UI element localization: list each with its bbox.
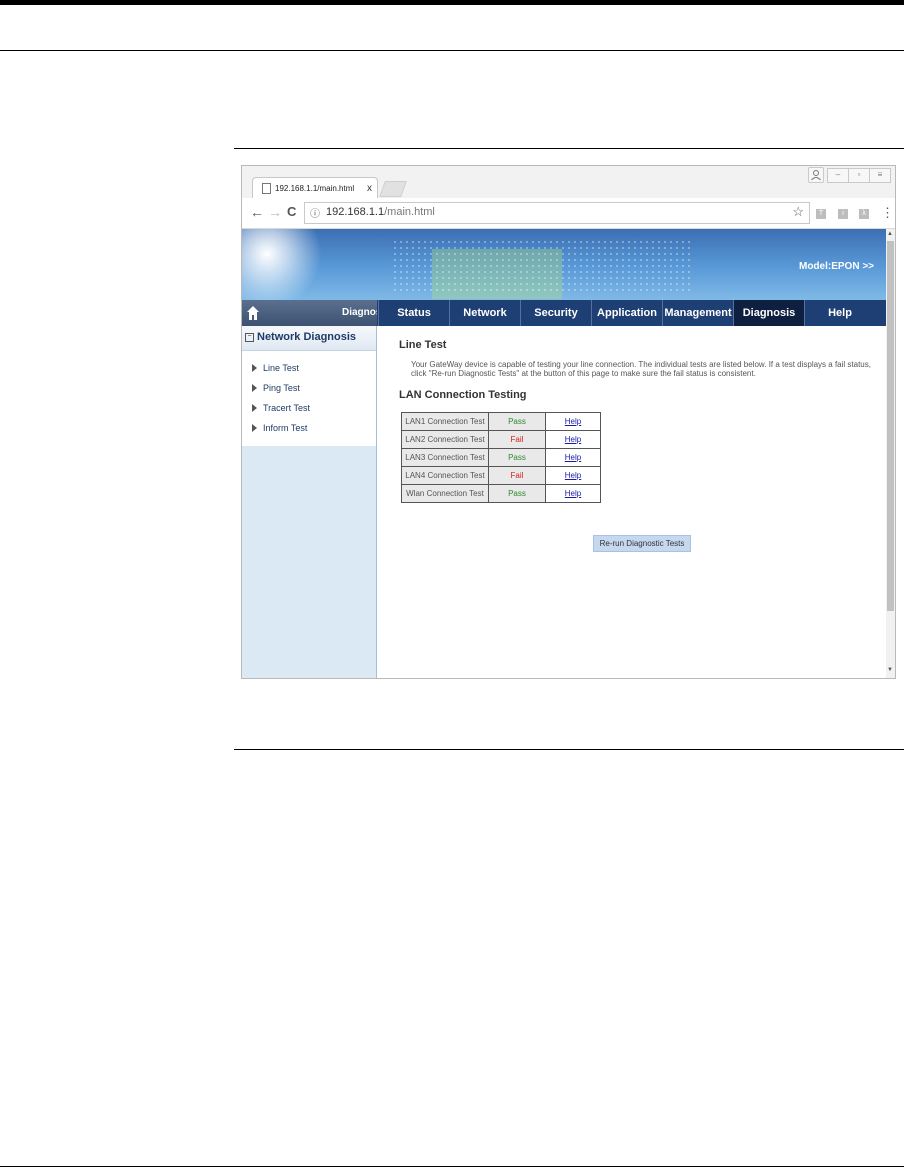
help-link[interactable]: Help [565,489,581,498]
sidebar: − Network Diagnosis Line Test Ping Test … [242,326,377,678]
table-row: LAN4 Connection Test Fail Help [401,466,601,485]
test-name: LAN2 Connection Test [401,430,489,449]
table-row: Wlan Connection Test Pass Help [401,484,601,503]
tab-strip: 192.168.1.1/main.html x – ▫ ≡ [242,166,895,199]
nav-help[interactable]: Help [804,300,875,326]
test-name: Wlan Connection Test [401,484,489,503]
sidebar-item-line-test[interactable]: Line Test [252,363,299,373]
extension-icon-2[interactable]: i [838,209,848,219]
forward-button[interactable]: → [268,204,282,220]
test-result: Fail [488,430,546,449]
test-result: Pass [488,484,546,503]
nav-network[interactable]: Network [449,300,520,326]
section-title: LAN Connection Testing [399,389,527,401]
test-result: Pass [488,412,546,431]
sidebar-item-tracert-test[interactable]: Tracert Test [252,403,310,413]
top-rule [0,0,904,5]
collapse-icon[interactable]: − [245,333,254,342]
test-result: Fail [488,466,546,485]
address-bar[interactable]: ⓘ 192.168.1.1/main.html ☆ [304,202,810,224]
model-label: Model:EPON >> [798,261,874,272]
home-icon[interactable] [246,305,260,321]
help-link[interactable]: Help [565,453,581,462]
close-window-button[interactable]: ≡ [869,168,891,183]
page-viewport: Model:EPON >> Diagnos Status Network Sec… [242,229,886,678]
scroll-down-icon[interactable]: ▼ [887,667,893,673]
reload-button[interactable]: C [287,204,296,219]
sidebar-heading[interactable]: − Network Diagnosis [242,326,376,351]
extension-icon-1[interactable]: T [816,209,826,219]
page-title: Line Test [399,339,447,351]
extension-icon-3[interactable]: λ [859,209,869,219]
breadcrumb-label: Diagnos [342,307,377,318]
table-row: LAN3 Connection Test Pass Help [401,448,601,467]
minimize-button[interactable]: – [827,168,849,183]
help-link[interactable]: Help [565,471,581,480]
lan-test-table: LAN1 Connection Test Pass Help LAN2 Conn… [401,412,601,503]
scrollbar-thumb[interactable] [887,241,894,611]
scroll-up-icon[interactable]: ▲ [887,231,893,237]
sidebar-heading-label: Network Diagnosis [257,331,357,343]
test-name: LAN3 Connection Test [401,448,489,467]
triangle-right-icon [252,364,257,372]
home-cell[interactable]: Diagnos [242,300,377,326]
sidebar-item-ping-test[interactable]: Ping Test [252,383,300,393]
main-nav: Diagnos Status Network Security Applicat… [242,300,886,326]
test-name: LAN1 Connection Test [401,412,489,431]
triangle-right-icon [252,424,257,432]
table-row: LAN1 Connection Test Pass Help [401,412,601,431]
close-tab-icon[interactable]: x [367,183,372,194]
main-content: Line Test Your GateWay device is capable… [377,326,886,678]
nav-status[interactable]: Status [378,300,449,326]
page-description: Your GateWay device is capable of testin… [411,360,871,378]
nav-application[interactable]: Application [591,300,662,326]
browser-tab[interactable]: 192.168.1.1/main.html x [252,177,378,199]
page-icon [262,183,271,194]
nav-management[interactable]: Management [662,300,733,326]
help-link[interactable]: Help [565,417,581,426]
info-icon[interactable]: ⓘ [310,205,320,220]
nav-diagnosis[interactable]: Diagnosis [733,300,804,326]
test-name: LAN4 Connection Test [401,466,489,485]
profile-icon[interactable] [808,167,824,183]
url-text: 192.168.1.1/main.html [326,206,435,218]
footer-rule [0,1166,904,1167]
nav-security[interactable]: Security [520,300,591,326]
test-result: Pass [488,448,546,467]
maximize-button[interactable]: ▫ [848,168,870,183]
sidebar-item-inform-test[interactable]: Inform Test [252,423,307,433]
browser-menu-icon[interactable]: ⋮ [881,205,894,221]
triangle-right-icon [252,384,257,392]
figure-bottom-rule [234,749,904,750]
banner-dots [392,239,692,294]
rerun-tests-button[interactable]: Re-run Diagnostic Tests [593,535,691,552]
figure-top-rule [234,148,904,149]
triangle-right-icon [252,404,257,412]
banner-glow [242,229,322,309]
new-tab-button[interactable] [379,181,407,197]
back-button[interactable]: ← [250,204,264,220]
star-icon[interactable]: ☆ [792,204,804,220]
sidebar-panel: − Network Diagnosis Line Test Ping Test … [242,326,376,446]
header-banner: Model:EPON >> [242,229,886,309]
tab-title: 192.168.1.1/main.html [275,184,355,193]
page-scrollbar[interactable]: ▲ ▼ [886,229,895,678]
table-row: LAN2 Connection Test Fail Help [401,430,601,449]
help-link[interactable]: Help [565,435,581,444]
browser-toolbar: ← → C ⓘ 192.168.1.1/main.html ☆ T i λ ⋮ [242,198,895,229]
browser-window: 192.168.1.1/main.html x – ▫ ≡ ← → C ⓘ 19… [241,165,896,679]
header-rule [0,50,904,51]
